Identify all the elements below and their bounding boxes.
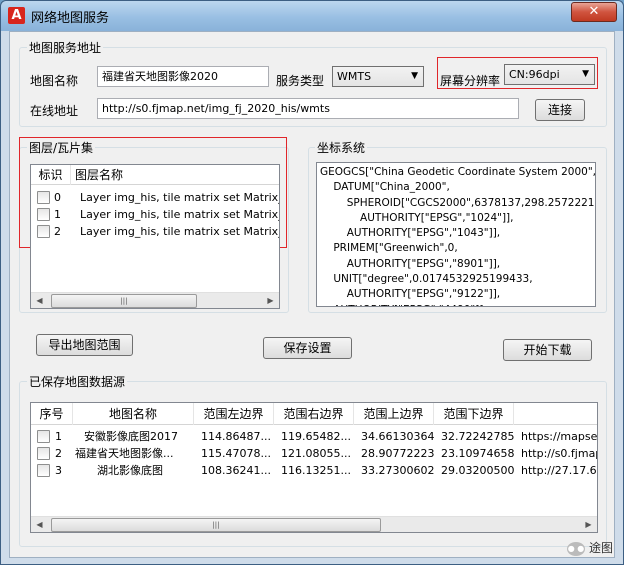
source-url: http://27.17.60 — [521, 464, 598, 477]
app-window: A 网络地图服务 ✕ 地图服务地址 地图名称 福建省天地图影像2020 服务类型… — [0, 0, 624, 565]
source-checkbox[interactable] — [37, 430, 50, 443]
chevron-down-icon: ▼ — [411, 71, 418, 81]
source-left: 115.47078... — [201, 447, 271, 460]
source-name: 湖北影像底图 — [97, 464, 163, 477]
layer-id: 0 — [54, 191, 61, 204]
column-header-bottom[interactable]: 范围下边界 — [434, 403, 514, 425]
column-header-right[interactable]: 范围右边界 — [274, 403, 354, 425]
crs-text-area[interactable]: GEOGCS["China Geodetic Coordinate System… — [316, 162, 596, 307]
source-no: 3 — [55, 464, 62, 477]
layer-name: Layer img_his, tile matrix set Matrix_2 — [80, 225, 280, 238]
export-extent-button[interactable]: 导出地图范围 — [36, 334, 133, 356]
layer-row[interactable]: 2 Layer img_his, tile matrix set Matrix_… — [31, 223, 279, 240]
source-checkbox[interactable] — [37, 464, 50, 477]
online-url-input[interactable]: http://s0.fjmap.net/img_fj_2020_his/wmts — [97, 98, 519, 119]
title-bar[interactable]: A 网络地图服务 ✕ — [1, 1, 623, 31]
connect-button[interactable]: 连接 — [535, 99, 585, 121]
source-no: 2 — [55, 447, 62, 460]
resolution-label: 屏幕分辨率 — [440, 74, 501, 88]
resolution-value: CN:96dpi — [509, 68, 560, 81]
source-name: 福建省天地图影像... — [75, 447, 174, 460]
source-right: 116.13251... — [281, 464, 351, 477]
saved-sources-list[interactable]: 序号 地图名称 范围左边界 范围右边界 范围上边界 范围下边界 1 安徽影像底图… — [30, 402, 598, 533]
save-settings-button[interactable]: 保存设置 — [263, 337, 352, 359]
window-title: 网络地图服务 — [31, 11, 110, 26]
scroll-thumb[interactable]: ||| — [51, 294, 197, 308]
chevron-down-icon: ▼ — [582, 69, 589, 79]
scroll-left-icon[interactable]: ◀ — [31, 517, 48, 532]
source-bottom: 32.72242785 — [441, 430, 515, 443]
saved-source-row[interactable]: 3 湖北影像底图 108.36241... 116.13251... 33.27… — [31, 462, 597, 479]
saved-sources-hscrollbar[interactable]: ◀ ||| ▶ — [31, 516, 597, 532]
layers-list[interactable]: 标识 图层名称 0 Layer img_his, tile matrix set… — [30, 164, 280, 309]
layer-checkbox[interactable] — [37, 208, 50, 221]
dialog-client: 地图服务地址 地图名称 福建省天地图影像2020 服务类型 WMTS ▼ 屏幕分… — [9, 31, 615, 558]
autocad-app-icon: A — [8, 7, 25, 24]
service-type-value: WMTS — [337, 70, 372, 83]
start-download-button[interactable]: 开始下载 — [503, 339, 592, 361]
source-url: https://mapser — [521, 430, 598, 443]
layers-group-label: 图层/瓦片集 — [27, 139, 96, 156]
source-top: 33.27300602 — [361, 464, 435, 477]
scroll-thumb[interactable]: ||| — [51, 518, 381, 532]
column-header-no[interactable]: 序号 — [31, 403, 73, 425]
column-header-top[interactable]: 范围上边界 — [354, 403, 434, 425]
layer-id: 1 — [54, 208, 61, 221]
layers-hscrollbar[interactable]: ◀ ||| ▶ — [31, 292, 279, 308]
source-right: 121.08055... — [281, 447, 351, 460]
source-top: 34.66130364 — [361, 430, 435, 443]
scroll-left-icon[interactable]: ◀ — [31, 293, 48, 308]
column-header-url[interactable] — [514, 403, 597, 425]
resolution-select[interactable]: CN:96dpi ▼ — [504, 64, 595, 85]
column-header-id[interactable]: 标识 — [31, 165, 71, 185]
crs-group-label: 坐标系统 — [315, 139, 368, 156]
source-name: 安徽影像底图2017 — [84, 430, 178, 443]
wechat-icon: ● ● — [566, 541, 585, 556]
close-button[interactable]: ✕ — [571, 2, 617, 22]
layer-id: 2 — [54, 225, 61, 238]
service-type-select[interactable]: WMTS ▼ — [332, 66, 424, 87]
layer-name: Layer img_his, tile matrix set Matrix_0 — [80, 191, 280, 204]
source-right: 119.65482... — [281, 430, 351, 443]
source-left: 114.86487... — [201, 430, 271, 443]
saved-sources-header: 序号 地图名称 范围左边界 范围右边界 范围上边界 范围下边界 — [31, 403, 597, 425]
source-bottom: 29.03200500 — [441, 464, 515, 477]
source-left: 108.36241... — [201, 464, 271, 477]
layer-checkbox[interactable] — [37, 225, 50, 238]
layer-row[interactable]: 1 Layer img_his, tile matrix set Matrix_… — [31, 206, 279, 223]
map-name-label: 地图名称 — [30, 74, 79, 88]
column-header-left[interactable]: 范围左边界 — [194, 403, 274, 425]
watermark: ● ● 途图 — [566, 539, 613, 556]
saved-sources-group-label: 已保存地图数据源 — [27, 373, 128, 390]
saved-source-row[interactable]: 2 福建省天地图影像... 115.47078... 121.08055... … — [31, 445, 597, 462]
column-header-layer-name[interactable]: 图层名称 — [71, 165, 279, 185]
layer-row[interactable]: 0 Layer img_his, tile matrix set Matrix_… — [31, 189, 279, 206]
layer-name: Layer img_his, tile matrix set Matrix_1 — [80, 208, 280, 221]
source-no: 1 — [55, 430, 62, 443]
scroll-right-icon[interactable]: ▶ — [262, 293, 279, 308]
layer-checkbox[interactable] — [37, 191, 50, 204]
scroll-right-icon[interactable]: ▶ — [580, 517, 597, 532]
online-url-label: 在线地址 — [30, 104, 79, 118]
watermark-text: 途图 — [588, 541, 613, 555]
column-header-map-name[interactable]: 地图名称 — [73, 403, 194, 425]
source-bottom: 23.10974658 — [441, 447, 515, 460]
service-group-label: 地图服务地址 — [27, 39, 104, 56]
map-name-input[interactable]: 福建省天地图影像2020 — [97, 66, 269, 87]
service-type-label: 服务类型 — [276, 74, 325, 88]
layers-list-header: 标识 图层名称 — [31, 165, 279, 185]
source-top: 28.90772223 — [361, 447, 435, 460]
saved-source-row[interactable]: 1 安徽影像底图2017 114.86487... 119.65482... 3… — [31, 428, 597, 445]
source-checkbox[interactable] — [37, 447, 50, 460]
source-url: http://s0.fjmap — [521, 447, 598, 460]
